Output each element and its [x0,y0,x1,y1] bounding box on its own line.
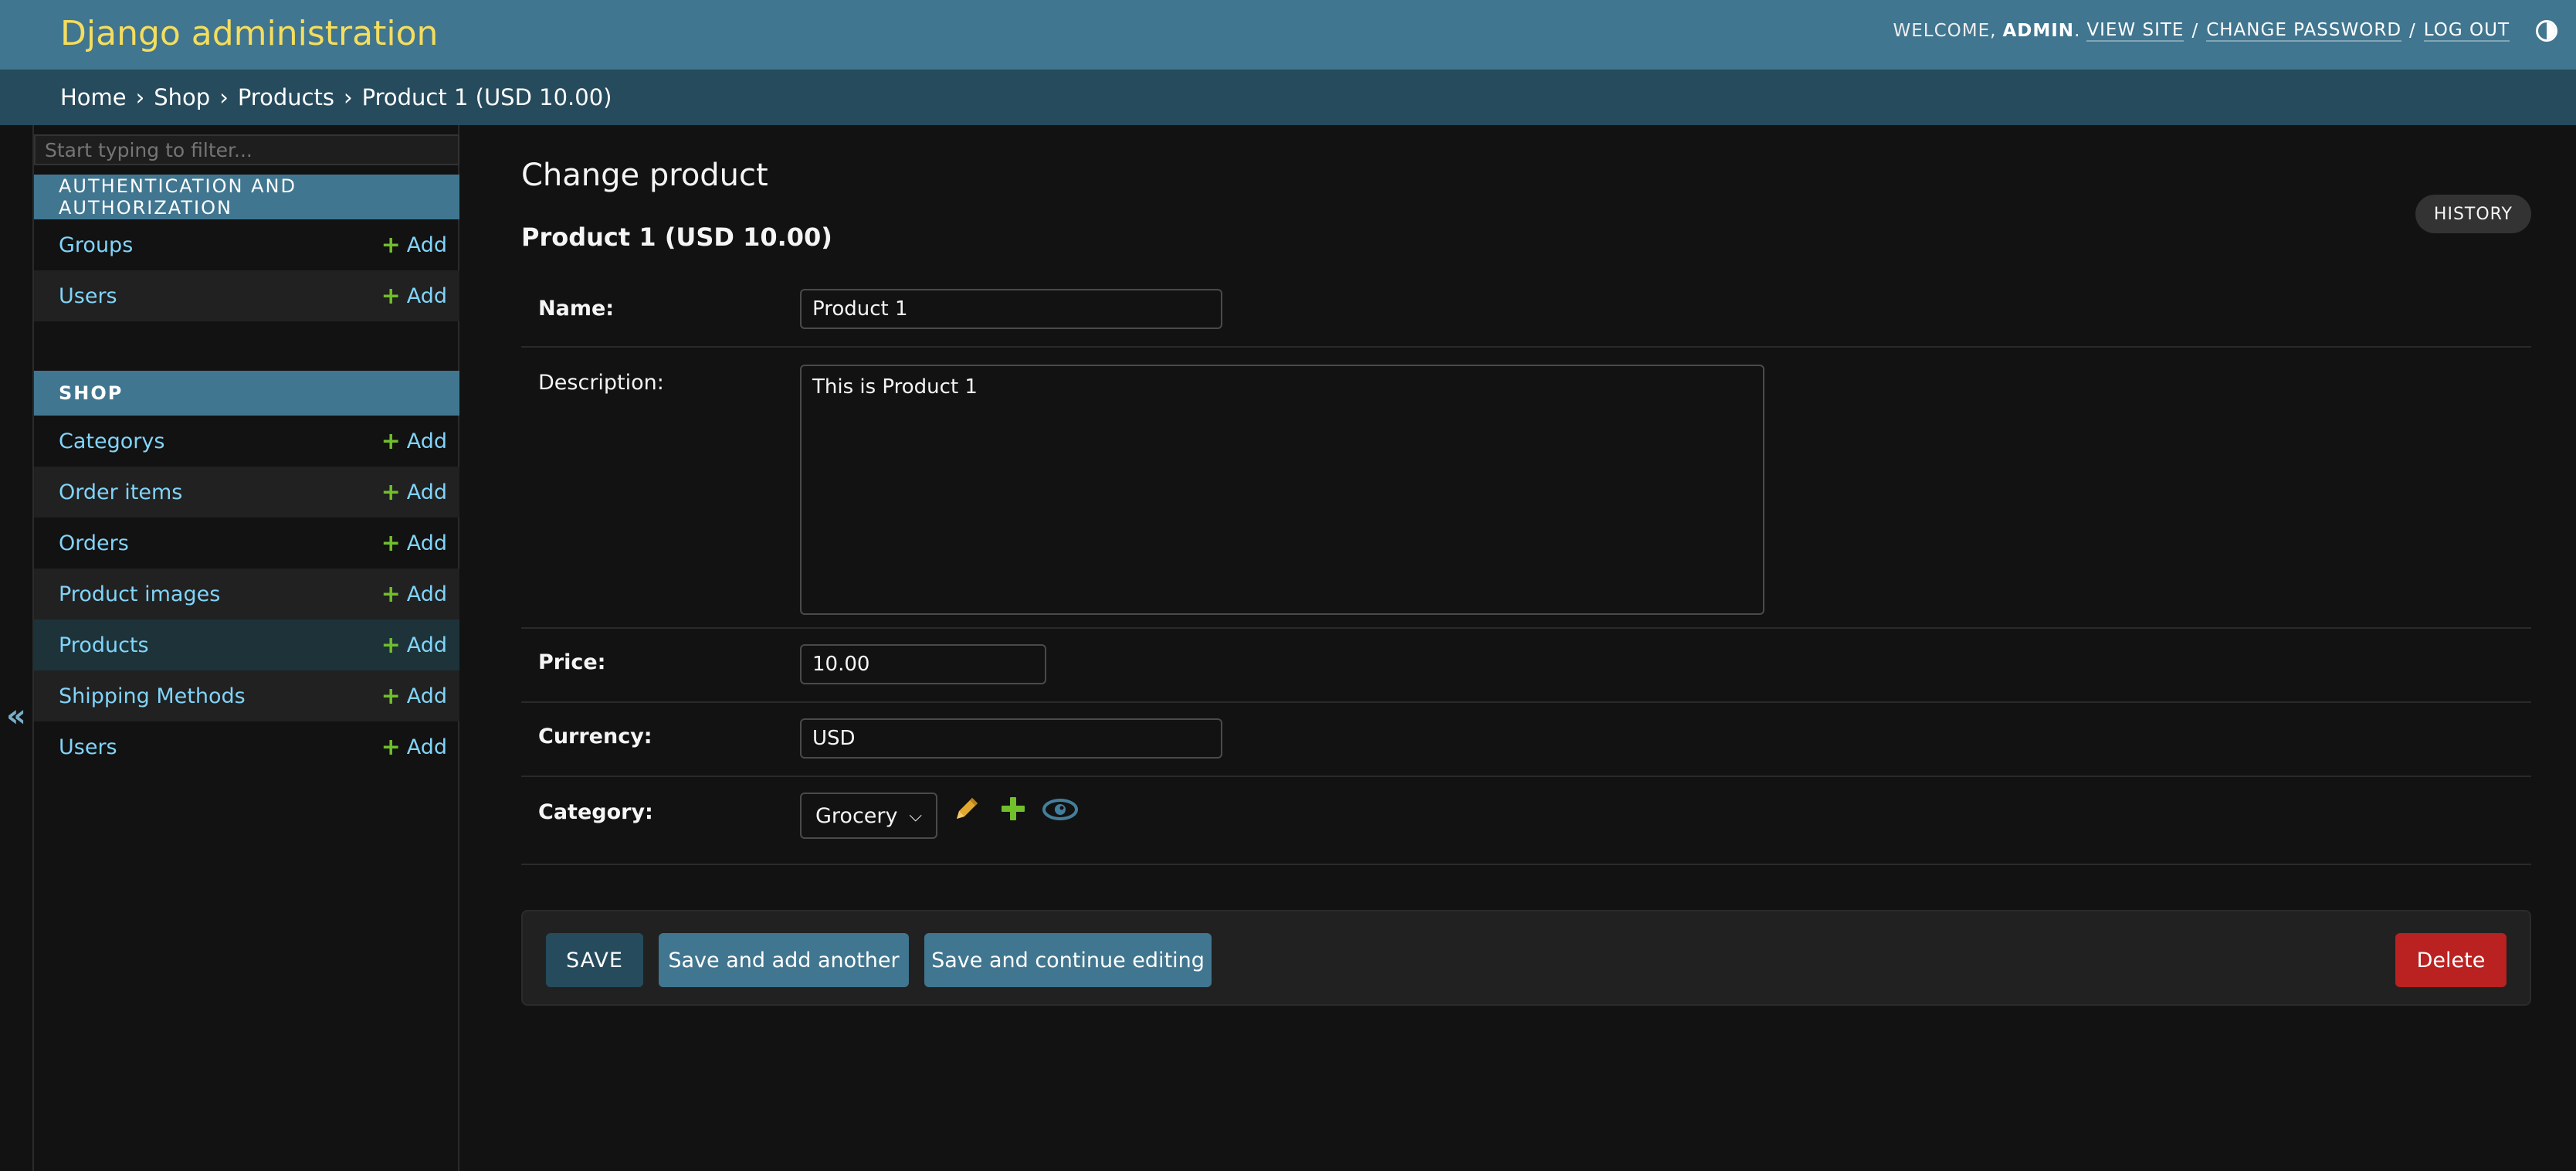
add-label: Add [406,633,447,657]
sidebar: Authentication and Authorization Groups … [32,125,459,1171]
theme-toggle-icon[interactable] [2536,20,2557,42]
form-row-name: Name: Product 1 [521,272,2531,348]
sidebar-item-categorys: Categorys + Add [34,416,459,467]
model-link[interactable]: Users [59,735,117,759]
breadcrumb-separator: › [135,84,145,110]
add-label: Add [406,480,447,504]
plus-icon: + [381,427,401,455]
plus-icon: + [381,282,401,310]
model-link[interactable]: Order items [59,480,182,504]
add-label: Add [406,735,447,759]
currency-input[interactable]: USD [800,718,1222,759]
pencil-icon[interactable] [951,794,981,825]
submit-row: SAVE Save and add another Save and conti… [521,910,2531,1006]
name-input[interactable]: Product 1 [800,289,1222,329]
breadcrumb-products[interactable]: Products [238,84,334,110]
model-link[interactable]: Users [59,284,117,308]
add-link[interactable]: + Add [381,581,447,608]
add-link[interactable]: + Add [381,530,447,557]
breadcrumb-home[interactable]: Home [60,84,127,110]
change-password-link[interactable]: Change password [2206,20,2402,42]
add-label: Add [406,684,447,708]
module-caption-auth[interactable]: Authentication and Authorization [34,175,459,219]
sidebar-item-order-items: Order items + Add [34,467,459,518]
breadcrumb-current: Product 1 (USD 10.00) [361,84,612,110]
add-link[interactable]: + Add [381,232,447,259]
add-link[interactable]: + Add [381,734,447,761]
history-button[interactable]: History [2415,195,2531,233]
save-and-add-another-button[interactable]: Save and add another [659,933,909,987]
add-label: Add [406,582,447,606]
collapse-icon[interactable]: « [6,698,26,734]
form-row-currency: Currency: USD [521,703,2531,777]
plus-icon: + [381,733,401,761]
name-label: Name: [538,297,615,321]
add-related-icon[interactable] [998,794,1028,823]
model-link[interactable]: Product images [59,582,220,606]
header: Django administration Welcome, admin . V… [0,0,2576,70]
save-button[interactable]: SAVE [546,933,643,987]
add-link[interactable]: + Add [381,479,447,506]
category-label: Category: [538,800,653,824]
price-input[interactable]: 10.00 [800,644,1046,684]
delete-button[interactable]: Delete [2395,933,2507,987]
form-row-description: Description: This is Product 1 [521,348,2531,629]
user-tools: Welcome, admin . View site / Change pass… [1893,20,2510,42]
separator: / [2409,21,2416,41]
model-link[interactable]: Products [59,633,149,657]
welcome-text: Welcome, [1893,21,1997,41]
chevron-down-icon: ⌵ [909,806,922,826]
sidebar-item-shipping-methods: Shipping Methods + Add [34,670,459,721]
plus-icon: + [381,231,401,259]
view-related-icon[interactable] [1042,794,1079,825]
add-link[interactable]: + Add [381,632,447,659]
plus-icon: + [381,580,401,608]
object-title: Product 1 (USD 10.00) [521,222,832,252]
site-title[interactable]: Django administration [60,14,438,53]
breadcrumb-separator: › [344,84,353,110]
description-textarea[interactable]: This is Product 1 [800,365,1764,615]
category-select[interactable]: Grocery ⌵ [800,793,937,839]
add-label: Add [406,233,447,257]
separator: / [2191,21,2199,41]
add-label: Add [406,531,447,555]
breadcrumb-separator: › [219,84,229,110]
form-row-price: Price: 10.00 [521,629,2531,703]
save-and-continue-editing-button[interactable]: Save and continue editing [924,933,1212,987]
plus-icon: + [381,478,401,506]
period-separator: . [2074,21,2081,41]
model-link[interactable]: Groups [59,233,133,257]
sidebar-item-groups: Groups + Add [34,219,459,270]
sidebar-item-shop-users: Users + Add [34,721,459,772]
description-label: Description: [538,371,664,395]
breadcrumb: Home › Shop › Products › Product 1 (USD … [0,70,2576,125]
sidebar-item-product-images: Product images + Add [34,569,459,619]
nav-filter-input[interactable] [34,134,459,165]
view-site-link[interactable]: View site [2086,20,2185,42]
module-caption-shop[interactable]: Shop [34,371,459,416]
add-label: Add [406,429,447,453]
form-row-category: Category: Grocery ⌵ [521,777,2531,865]
add-link[interactable]: + Add [381,283,447,310]
username: admin [2002,21,2075,41]
plus-icon: + [381,682,401,710]
add-label: Add [406,283,447,308]
sidebar-item-orders: Orders + Add [34,518,459,569]
price-label: Price: [538,650,606,674]
add-link[interactable]: + Add [381,428,447,455]
sidebar-item-users: Users + Add [34,270,459,321]
log-out-link[interactable]: Log out [2423,20,2510,42]
model-link[interactable]: Categorys [59,429,164,453]
plus-icon: + [381,631,401,659]
breadcrumb-shop[interactable]: Shop [154,84,210,110]
sidebar-collapse-toggle[interactable]: « [0,125,32,1171]
currency-label: Currency: [538,725,652,748]
sidebar-item-products: Products + Add [34,619,459,670]
page-title: Change product [521,158,768,193]
add-link[interactable]: + Add [381,683,447,710]
model-link[interactable]: Orders [59,531,129,555]
model-link[interactable]: Shipping Methods [59,684,246,708]
category-selected-value: Grocery [815,803,898,828]
plus-icon: + [381,529,401,557]
